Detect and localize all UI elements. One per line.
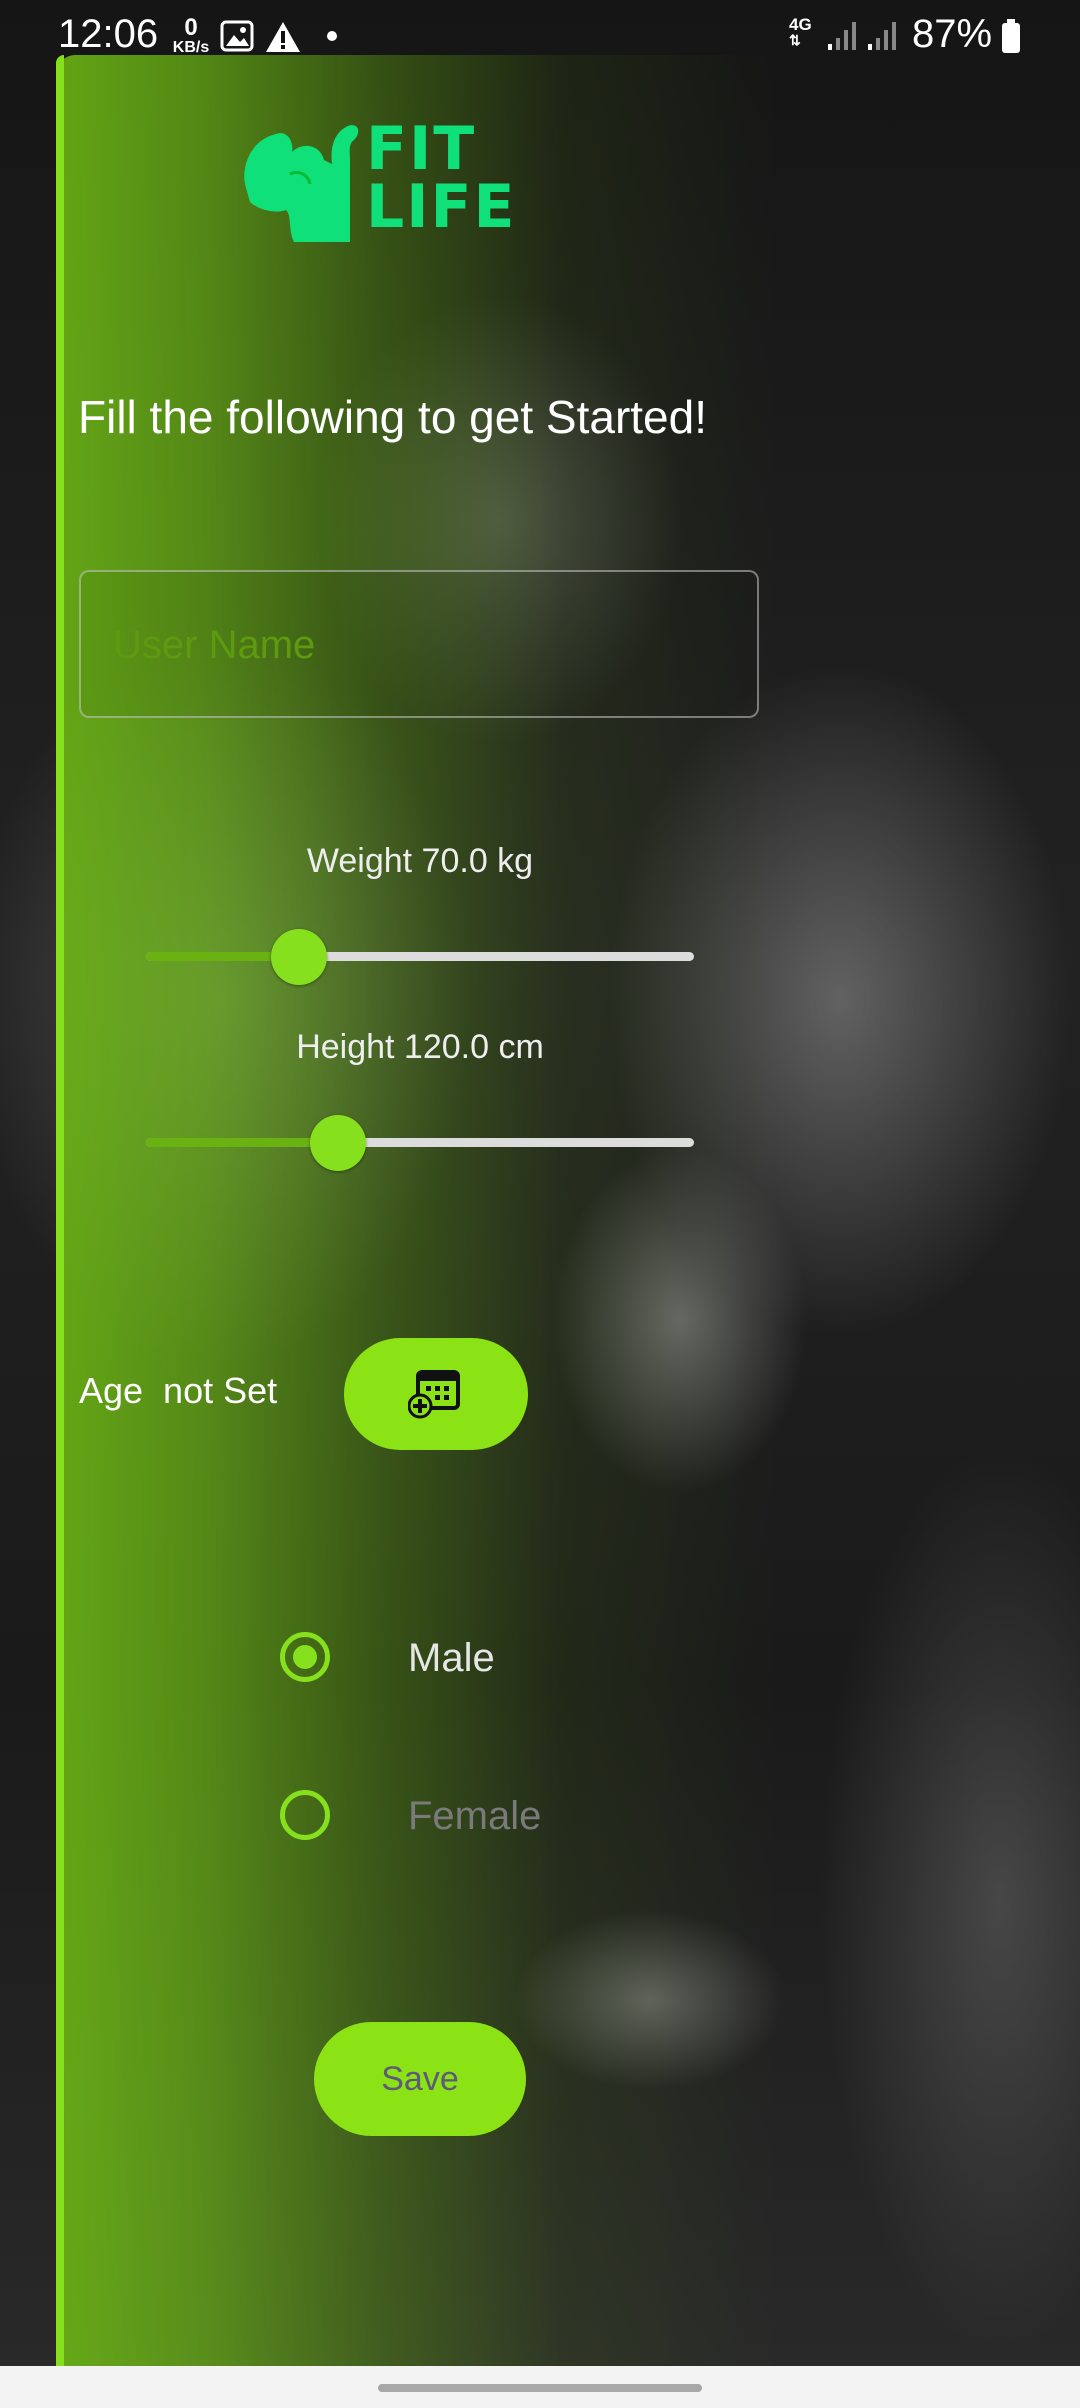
panel-accent-line xyxy=(56,55,64,2367)
height-slider[interactable] xyxy=(146,1112,694,1172)
page-title: Fill the following to get Started! xyxy=(78,391,707,443)
warning-icon xyxy=(266,22,300,52)
radio-female[interactable] xyxy=(280,1790,330,1840)
image-icon xyxy=(220,20,254,52)
logo-text: FIT LIFE xyxy=(366,114,517,242)
status-bar: 12:06 0 KB/s 4G ⇅ 87% xyxy=(0,0,1080,70)
weight-slider[interactable] xyxy=(146,926,694,986)
calendar-add-icon xyxy=(408,1370,460,1419)
fitlife-logo: FIT LIFE xyxy=(236,118,586,248)
logo-line-2: LIFE xyxy=(366,172,517,242)
pick-age-button[interactable] xyxy=(344,1338,528,1450)
logo-line-1: FIT xyxy=(366,114,477,184)
net-speed: 0 KB/s xyxy=(168,16,214,56)
radio-male[interactable] xyxy=(280,1632,330,1682)
gender-label-female: Female xyxy=(408,1794,542,1838)
username-input[interactable] xyxy=(111,572,735,718)
signal-icon xyxy=(828,22,856,50)
weight-label: Weight 70.0 kg xyxy=(306,842,534,880)
slider-thumb[interactable] xyxy=(309,1115,366,1171)
net-speed-value: 0 xyxy=(184,14,198,41)
network-type: 4G ⇅ xyxy=(789,15,812,48)
signal-icon-2 xyxy=(868,22,896,50)
slider-thumb[interactable] xyxy=(271,929,328,985)
battery-percent: 87% xyxy=(912,12,993,56)
battery-icon xyxy=(1002,19,1020,53)
net-speed-unit: KB/s xyxy=(172,39,210,56)
save-button[interactable]: Save xyxy=(314,2022,526,2136)
height-label: Height 120.0 cm xyxy=(296,1028,544,1066)
age-label: Age not Set xyxy=(79,1370,278,1411)
home-gesture-handle[interactable] xyxy=(378,2384,702,2392)
flexing-arm-icon xyxy=(244,125,359,242)
gender-label-male: Male xyxy=(408,1636,495,1680)
notification-dot-icon xyxy=(327,31,337,41)
username-field[interactable] xyxy=(79,570,759,718)
status-time: 12:06 xyxy=(58,12,159,56)
radio-dot xyxy=(293,1645,317,1669)
